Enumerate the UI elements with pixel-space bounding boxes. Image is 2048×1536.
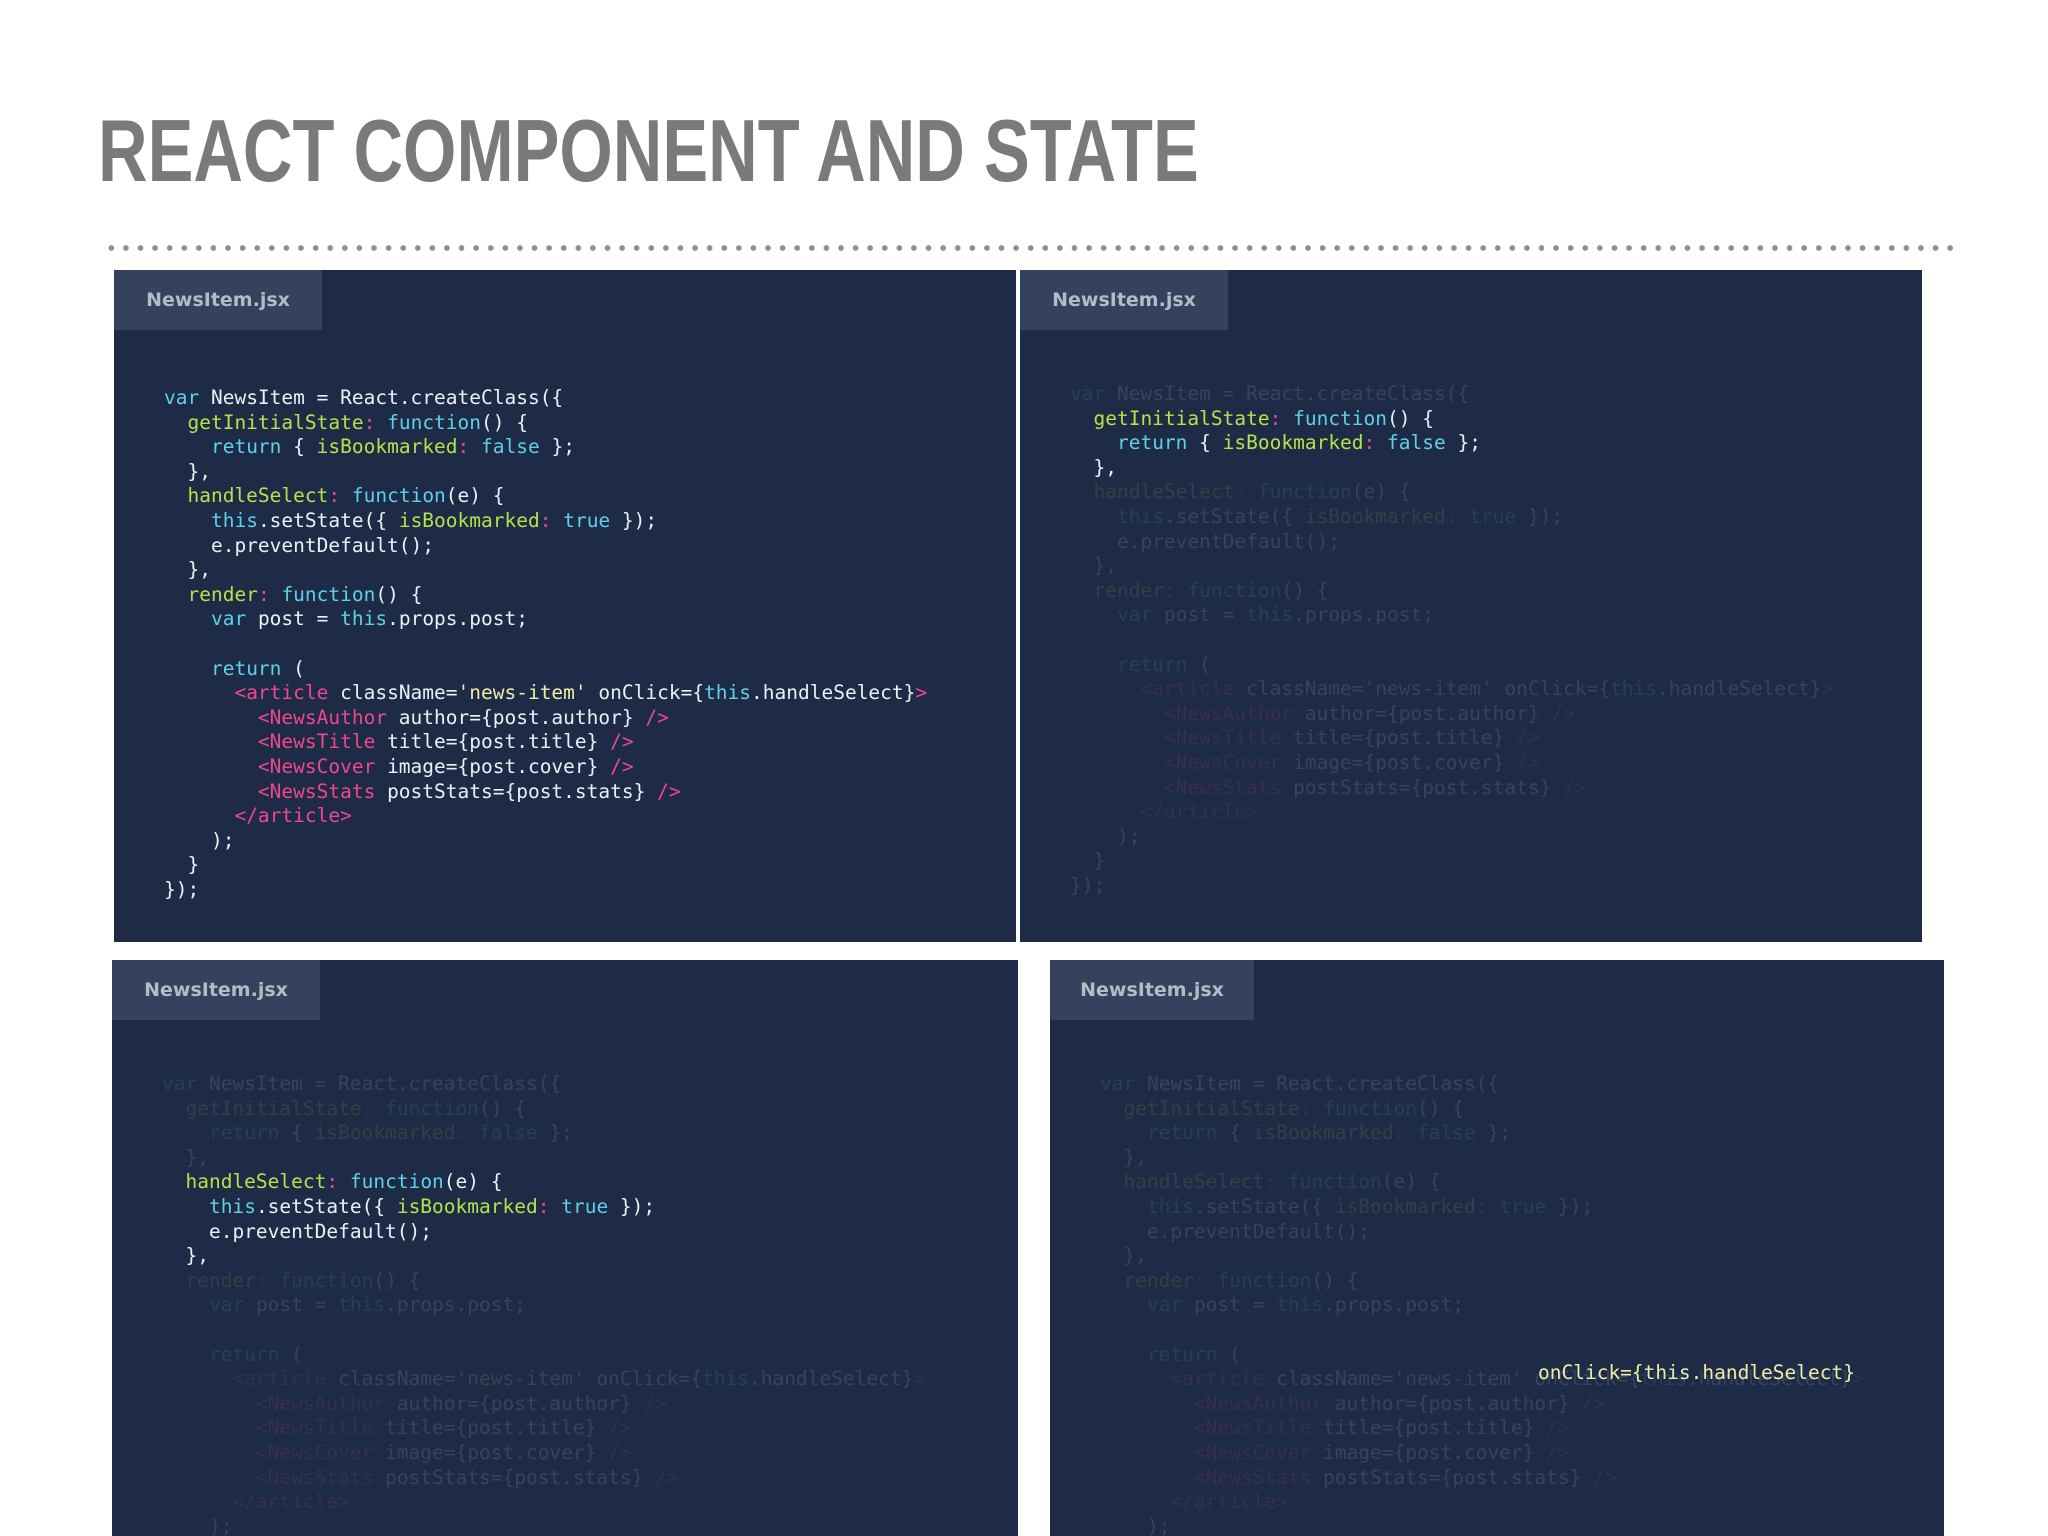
code-line: e.preventDefault();	[1070, 529, 1341, 553]
code-line: var NewsItem = React.createClass({	[1070, 382, 1470, 405]
code-line: <article className='news-item' onClick={…	[1140, 677, 1834, 701]
code-panel-initial-state: NewsItem.jsx var NewsItem = React.create…	[1020, 270, 1922, 942]
file-tab[interactable]: NewsItem.jsx	[114, 270, 322, 330]
code-line: var NewsItem = React.createClass({	[1100, 1072, 1500, 1095]
code-line: );	[1100, 1514, 1171, 1536]
code-line: return (	[210, 656, 305, 680]
code-panel-full: NewsItem.jsx var NewsItem = React.create…	[114, 270, 1016, 942]
code-line: <article className='news-item' onClick={…	[234, 681, 928, 705]
code-line: return { isBookmarked: false };	[1116, 431, 1481, 455]
code-line: },	[1100, 1244, 1147, 1268]
onclick-highlight: onClick={this.handleSelect}	[1538, 1361, 1855, 1384]
code-line: handleSelect: function(e) {	[185, 1170, 503, 1194]
code-line: });	[1070, 873, 1106, 897]
slide-title: REACT COMPONENT AND STATE	[98, 101, 1199, 200]
code-line: <NewsStats postStats={post.stats} />	[257, 779, 681, 803]
code-line: var NewsItem = React.createClass({	[164, 386, 564, 409]
code-line: <NewsCover image={post.cover} />	[1193, 1440, 1570, 1464]
code-block: var NewsItem = React.createClass({ getIn…	[164, 386, 927, 902]
code-line: handleSelect: function(e) {	[1123, 1170, 1441, 1194]
code-line: <NewsStats postStats={post.stats} />	[255, 1465, 679, 1489]
code-line: return (	[1116, 652, 1211, 676]
code-panel-onclick: NewsItem.jsx var NewsItem = React.create…	[1050, 960, 1944, 1536]
file-tab[interactable]: NewsItem.jsx	[112, 960, 320, 1020]
dotted-divider	[104, 244, 1956, 252]
code-line: return { isBookmarked: false };	[1146, 1121, 1511, 1145]
code-line: },	[162, 1145, 209, 1169]
code-line: },	[1070, 554, 1117, 578]
code-line: },	[164, 459, 211, 483]
code-line: <NewsAuthor author={post.author} />	[1193, 1391, 1605, 1415]
code-line: return { isBookmarked: false };	[208, 1121, 573, 1145]
code-line: <NewsTitle title={post.title} />	[1193, 1416, 1570, 1440]
code-line: e.preventDefault();	[164, 533, 435, 557]
code-block: var NewsItem = React.createClass({ getIn…	[1070, 382, 1833, 898]
code-line: );	[164, 828, 235, 852]
code-line: e.preventDefault();	[1100, 1219, 1371, 1243]
code-panel-handle-select: NewsItem.jsx var NewsItem = React.create…	[112, 960, 1018, 1536]
code-line: });	[164, 877, 200, 901]
code-line: var post = this.props.post;	[208, 1293, 526, 1317]
code-line: <NewsTitle title={post.title} />	[257, 730, 634, 754]
code-line: this.setState({ isBookmarked: true });	[1146, 1194, 1594, 1218]
code-line: getInitialState: function() {	[1093, 406, 1434, 430]
code-line: <article className='news-item' onClick={…	[232, 1367, 926, 1391]
code-line: render: function() {	[185, 1268, 421, 1292]
code-line: e.preventDefault();	[162, 1219, 433, 1243]
code-line: <NewsCover image={post.cover} />	[255, 1440, 632, 1464]
code-line: </article>	[234, 804, 352, 828]
code-line: return { isBookmarked: false };	[210, 435, 575, 459]
code-line: this.setState({ isBookmarked: true });	[1116, 504, 1564, 528]
code-line: <NewsAuthor author={post.author} />	[255, 1391, 667, 1415]
code-line: render: function() {	[187, 582, 423, 606]
code-line: render: function() {	[1123, 1268, 1359, 1292]
code-line: }	[1070, 849, 1106, 873]
code-line: },	[1100, 1145, 1147, 1169]
code-line: <NewsCover image={post.cover} />	[1163, 750, 1540, 774]
code-line: );	[162, 1514, 233, 1536]
code-line: return (	[208, 1342, 303, 1366]
code-line: handleSelect: function(e) {	[1093, 480, 1411, 504]
code-line: var post = this.props.post;	[1116, 603, 1434, 627]
code-line: <NewsTitle title={post.title} />	[1163, 726, 1540, 750]
code-line: <NewsCover image={post.cover} />	[257, 754, 634, 778]
code-line: },	[164, 558, 211, 582]
code-line: this.setState({ isBookmarked: true });	[210, 508, 658, 532]
code-line: </article>	[232, 1490, 350, 1514]
code-line: var post = this.props.post;	[210, 607, 528, 631]
file-tab[interactable]: NewsItem.jsx	[1050, 960, 1254, 1020]
code-line: getInitialState: function() {	[1123, 1096, 1464, 1120]
code-line: <NewsAuthor author={post.author} />	[1163, 701, 1575, 725]
code-line: getInitialState: function() {	[185, 1096, 526, 1120]
code-line: },	[1070, 455, 1117, 479]
code-line: },	[162, 1244, 209, 1268]
code-line: handleSelect: function(e) {	[187, 484, 505, 508]
code-line: var NewsItem = React.createClass({	[162, 1072, 562, 1095]
code-line: <NewsStats postStats={post.stats} />	[1193, 1465, 1617, 1489]
code-block: var NewsItem = React.createClass({ getIn…	[162, 1072, 925, 1536]
file-tab[interactable]: NewsItem.jsx	[1020, 270, 1228, 330]
code-line: this.setState({ isBookmarked: true });	[208, 1194, 656, 1218]
code-line: }	[164, 853, 200, 877]
code-line: <NewsTitle title={post.title} />	[255, 1416, 632, 1440]
code-line: <NewsStats postStats={post.stats} />	[1163, 775, 1587, 799]
code-line: </article>	[1140, 800, 1258, 824]
code-line: var post = this.props.post;	[1146, 1293, 1464, 1317]
code-line: </article>	[1170, 1490, 1288, 1514]
code-line: getInitialState: function() {	[187, 410, 528, 434]
code-line: <NewsAuthor author={post.author} />	[257, 705, 669, 729]
code-block: var NewsItem = React.createClass({ getIn…	[1100, 1072, 1863, 1536]
code-line: render: function() {	[1093, 578, 1329, 602]
code-line: );	[1070, 824, 1141, 848]
